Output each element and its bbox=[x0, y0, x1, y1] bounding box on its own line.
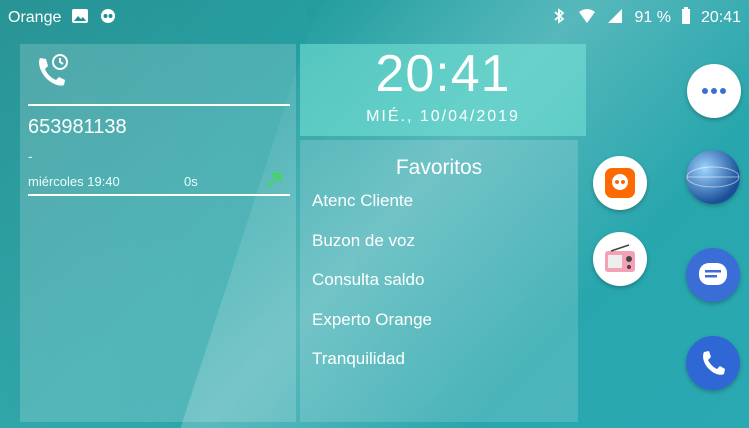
call-date: miércoles 19:40 bbox=[28, 174, 120, 189]
favorite-item[interactable]: Experto Orange bbox=[312, 307, 432, 347]
voicemail-notif-icon bbox=[99, 7, 117, 30]
favorites-widget: Favoritos Atenc Cliente Buzon de voz Con… bbox=[300, 140, 578, 422]
favorite-item[interactable]: Buzon de voz bbox=[312, 228, 432, 268]
favorite-item[interactable]: Atenc Cliente bbox=[312, 188, 432, 228]
carrier-name: Orange bbox=[8, 9, 62, 26]
favorite-item[interactable]: Consulta saldo bbox=[312, 267, 432, 307]
status-right: 91 % 20:41 bbox=[550, 6, 741, 30]
bluetooth-icon bbox=[550, 7, 568, 30]
clock-date: MIÉ., 10/04/2019 bbox=[366, 108, 520, 125]
outgoing-call-icon bbox=[264, 170, 284, 190]
orange-voicemail-icon[interactable] bbox=[593, 156, 647, 210]
call-name: - bbox=[28, 148, 33, 164]
favorites-list: Atenc Cliente Buzon de voz Consulta sald… bbox=[312, 188, 432, 386]
call-duration: 0s bbox=[184, 174, 198, 189]
call-entry[interactable]: miércoles 19:40 0s bbox=[28, 170, 290, 192]
favorite-item[interactable]: Tranquilidad bbox=[312, 346, 432, 386]
phone-icon[interactable] bbox=[686, 336, 740, 390]
app-drawer-icon[interactable] bbox=[687, 64, 741, 118]
divider bbox=[28, 194, 290, 196]
divider bbox=[28, 104, 290, 106]
radio-icon[interactable] bbox=[593, 232, 647, 286]
status-bar: Orange 91 % 20:41 bbox=[0, 0, 749, 36]
clock-widget[interactable]: 20:41 MIÉ., 10/04/2019 bbox=[300, 44, 586, 136]
clock-time: 20:41 bbox=[375, 45, 511, 103]
messages-icon[interactable] bbox=[686, 248, 740, 302]
call-log-widget[interactable]: 653981138 - miércoles 19:40 0s bbox=[20, 44, 296, 422]
wifi-icon bbox=[578, 7, 596, 30]
battery-text: 91 % bbox=[634, 9, 671, 26]
recent-calls-icon[interactable] bbox=[32, 52, 72, 92]
battery-icon bbox=[681, 6, 691, 30]
status-left: Orange bbox=[8, 7, 117, 30]
signal-icon bbox=[606, 7, 624, 30]
call-number[interactable]: 653981138 bbox=[28, 116, 127, 139]
globe-browser-icon[interactable] bbox=[686, 150, 740, 204]
status-time: 20:41 bbox=[700, 9, 741, 26]
favorites-title: Favoritos bbox=[395, 156, 483, 179]
gallery-icon bbox=[71, 7, 89, 30]
